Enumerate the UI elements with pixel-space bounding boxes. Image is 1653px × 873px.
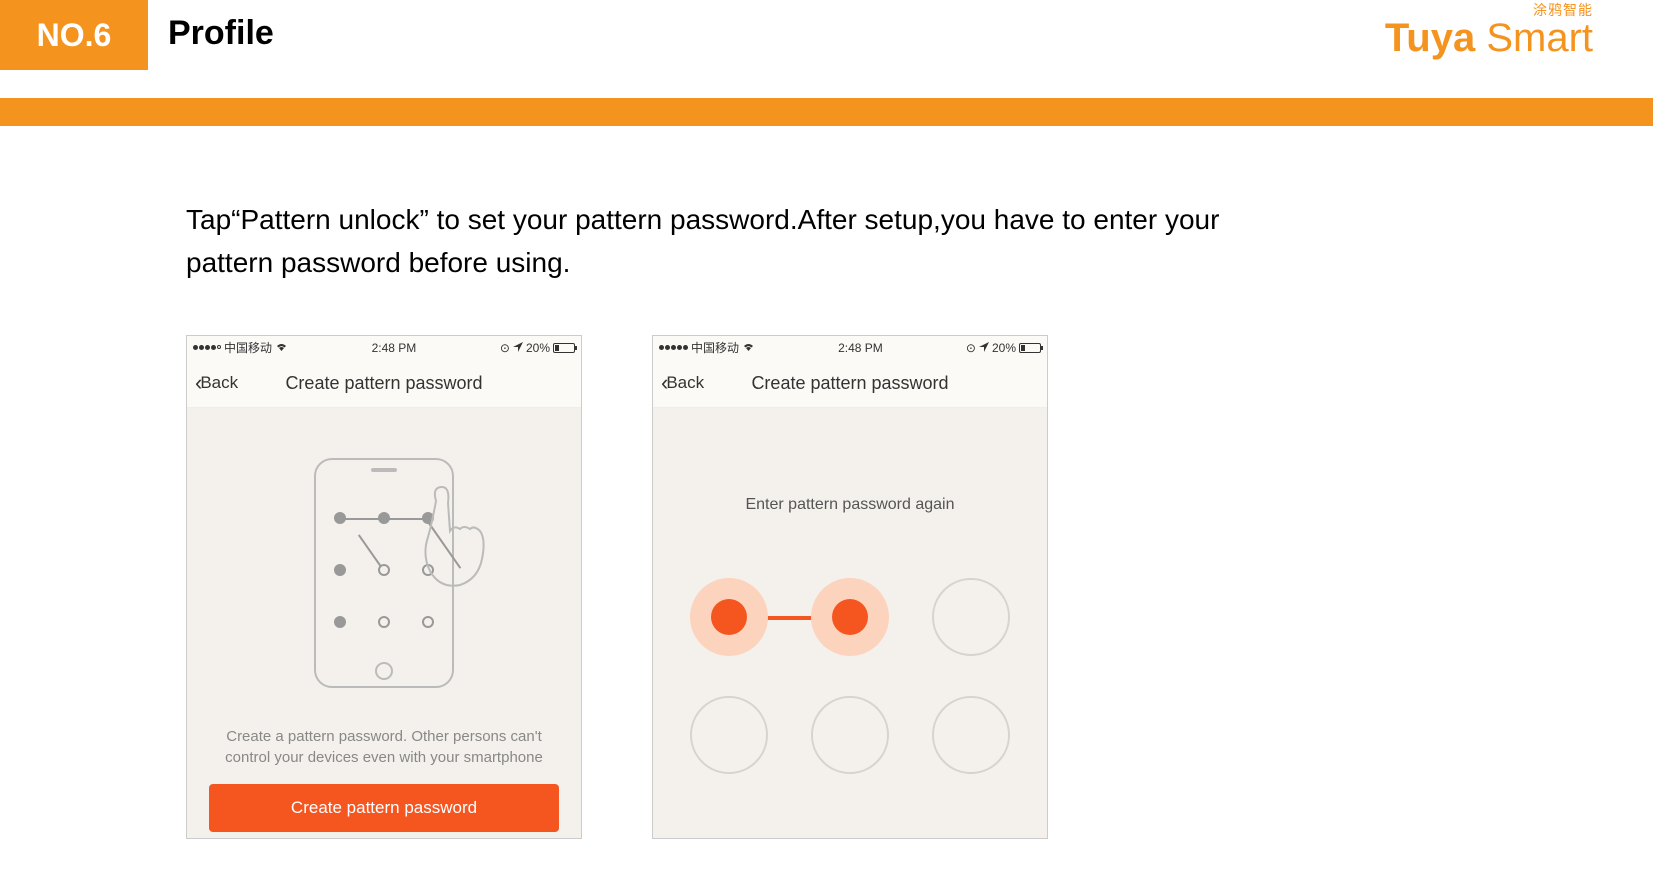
section-title: Profile [148,0,294,67]
phone-body: Enter pattern password again [653,408,1047,838]
battery-percent: 20% [526,341,550,355]
divider-bar [0,98,1653,126]
back-label: Back [200,373,238,393]
pattern-dot-1[interactable] [690,578,768,656]
instruction-text: Tap“Pattern unlock” to set your pattern … [186,198,1286,285]
battery-icon [1019,343,1041,353]
wifi-icon [742,341,755,355]
wifi-icon [275,341,288,355]
location-icon [513,341,523,355]
location-icon [979,341,989,355]
status-time: 2:48 PM [838,341,883,355]
nav-bar: ‹ Back Create pattern password [187,360,581,408]
back-button[interactable]: ‹ Back [195,372,238,394]
carrier-label: 中国移动 [691,339,739,356]
alarm-icon: ⊙ [500,341,510,355]
hand-icon [414,483,504,598]
page-header: NO.6 Profile 涂鸦智能 Tuya Smart [0,0,1653,70]
section-number-badge: NO.6 [0,0,148,70]
back-button[interactable]: ‹ Back [661,372,704,394]
status-bar: 中国移动 2:48 PM ⊙ 20% [187,336,581,360]
pattern-dot-4[interactable] [690,696,768,774]
pattern-dot-2[interactable] [811,578,889,656]
nav-bar: ‹ Back Create pattern password [653,360,1047,408]
phone-body: Create a pattern password. Other persons… [187,408,581,838]
status-bar: 中国移动 2:48 PM ⊙ 20% [653,336,1047,360]
phone-screenshot-2: 中国移动 2:48 PM ⊙ 20% ‹ [652,335,1048,839]
description-text: Create a pattern password. Other persons… [211,726,557,768]
pattern-illustration [314,458,454,688]
battery-percent: 20% [992,341,1016,355]
pattern-dot-5[interactable] [811,696,889,774]
phone-screenshot-1: 中国移动 2:48 PM ⊙ 20% ‹ [186,335,582,839]
signal-strength-icon [659,345,688,350]
brand-logo: 涂鸦智能 Tuya Smart [1385,0,1593,61]
carrier-label: 中国移动 [224,339,272,356]
nav-title: Create pattern password [653,373,1047,394]
signal-strength-icon [193,345,221,350]
pattern-dot-3[interactable] [932,578,1010,656]
pattern-grid[interactable] [690,578,1010,814]
create-pattern-button[interactable]: Create pattern password [209,784,559,832]
phone-screenshots-row: 中国移动 2:48 PM ⊙ 20% ‹ [186,335,1473,839]
alarm-icon: ⊙ [966,341,976,355]
content-area: Tap“Pattern unlock” to set your pattern … [0,126,1653,839]
battery-icon [553,343,575,353]
back-label: Back [666,373,704,393]
pattern-dot-6[interactable] [932,696,1010,774]
reenter-instruction: Enter pattern password again [653,408,1047,514]
nav-title: Create pattern password [187,373,581,394]
status-time: 2:48 PM [372,341,417,355]
logo-main-text: Tuya Smart [1385,16,1593,61]
